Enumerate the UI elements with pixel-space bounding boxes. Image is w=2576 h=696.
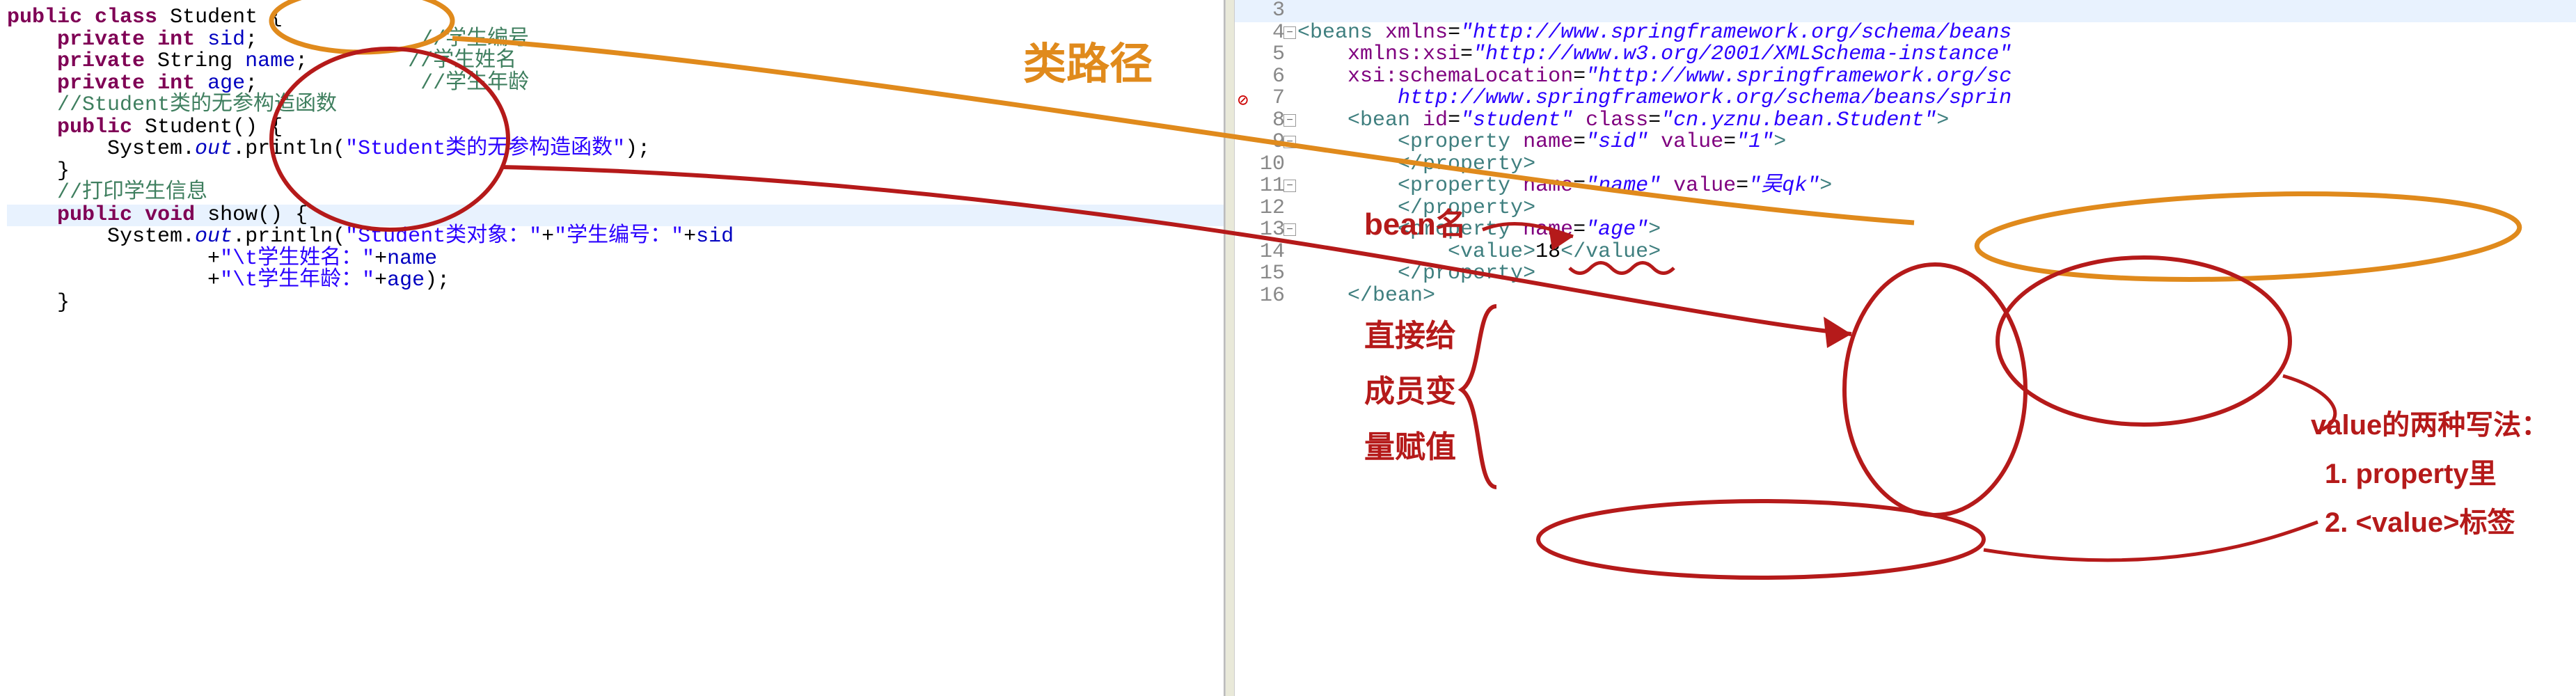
code-line: 11− <property name="name" value="吴qk"> (1235, 175, 2576, 198)
code-line: 14 <value>18</value> (1235, 242, 2576, 264)
line-number: 9− (1235, 132, 1297, 154)
line-number: 16 (1235, 285, 1297, 308)
line-number: 10 (1235, 154, 1297, 176)
code-line: private int age; //学生年龄 (7, 73, 1224, 95)
code-line: 6 xsi:schemaLocation="http://www.springf… (1235, 66, 2576, 88)
fold-icon[interactable]: − (1283, 223, 1296, 236)
code-line: } (7, 161, 1224, 183)
line-number: 12 (1235, 198, 1297, 220)
line-number: 3 (1235, 0, 1297, 22)
line-number: 14 (1235, 242, 1297, 264)
code-line: System.out.println("Student类的无参构造函数"); (7, 139, 1224, 161)
code-line: 3 (1235, 0, 2576, 22)
line-number: 8− (1235, 110, 1297, 132)
code-line: System.out.println("Student类对象："+"学生编号："… (7, 226, 1224, 248)
code-line: public Student() { (7, 117, 1224, 139)
code-line: 4−<beans xmlns="http://www.springframewo… (1235, 22, 2576, 45)
error-icon[interactable]: ⊘ (1238, 92, 1249, 110)
pane-divider[interactable] (1225, 0, 1235, 696)
code-line: +"\t学生年龄："+age); (7, 270, 1224, 292)
fold-icon[interactable]: − (1283, 114, 1296, 127)
code-line: private String name; //学生姓名 (7, 51, 1224, 73)
line-number: 6 (1235, 66, 1297, 88)
line-number: 15 (1235, 263, 1297, 285)
code-line: 8− <bean id="student" class="cn.yznu.bea… (1235, 110, 2576, 132)
xml-editor[interactable]: 3 4−<beans xmlns="http://www.springframe… (1235, 0, 2576, 696)
fold-icon[interactable]: − (1283, 136, 1296, 148)
line-number: 11− (1235, 175, 1297, 198)
code-line: 10 </property> (1235, 154, 2576, 176)
code-line: } (7, 292, 1224, 315)
code-line: 5 xmlns:xsi="http://www.w3.org/2001/XMLS… (1235, 44, 2576, 66)
code-line: private int sid; //学生编号 (7, 29, 1224, 52)
line-number: 13− (1235, 219, 1297, 242)
fold-icon[interactable]: − (1283, 180, 1296, 192)
code-line: //Student类的无参构造函数 (7, 95, 1224, 117)
code-line: ⊘7 http://www.springframework.org/schema… (1235, 88, 2576, 110)
code-line: 16 </bean> (1235, 285, 2576, 308)
fold-icon[interactable]: − (1283, 26, 1296, 39)
code-line: 15 </property> (1235, 263, 2576, 285)
line-number: ⊘7 (1235, 88, 1297, 110)
code-line: 13− <property name="age"> (1235, 219, 2576, 242)
code-line: //打印学生信息 (7, 182, 1224, 205)
code-line: 9− <property name="sid" value="1"> (1235, 132, 2576, 154)
editor-split: public class Student { private int sid; … (0, 0, 2576, 696)
line-number: 4− (1235, 22, 1297, 45)
java-editor[interactable]: public class Student { private int sid; … (0, 0, 1225, 696)
line-number: 5 (1235, 44, 1297, 66)
code-line: +"\t学生姓名："+name (7, 248, 1224, 271)
code-line: public class Student { (7, 7, 1224, 29)
code-line: 12 </property> (1235, 198, 2576, 220)
code-line: public void show() { (7, 205, 1224, 227)
